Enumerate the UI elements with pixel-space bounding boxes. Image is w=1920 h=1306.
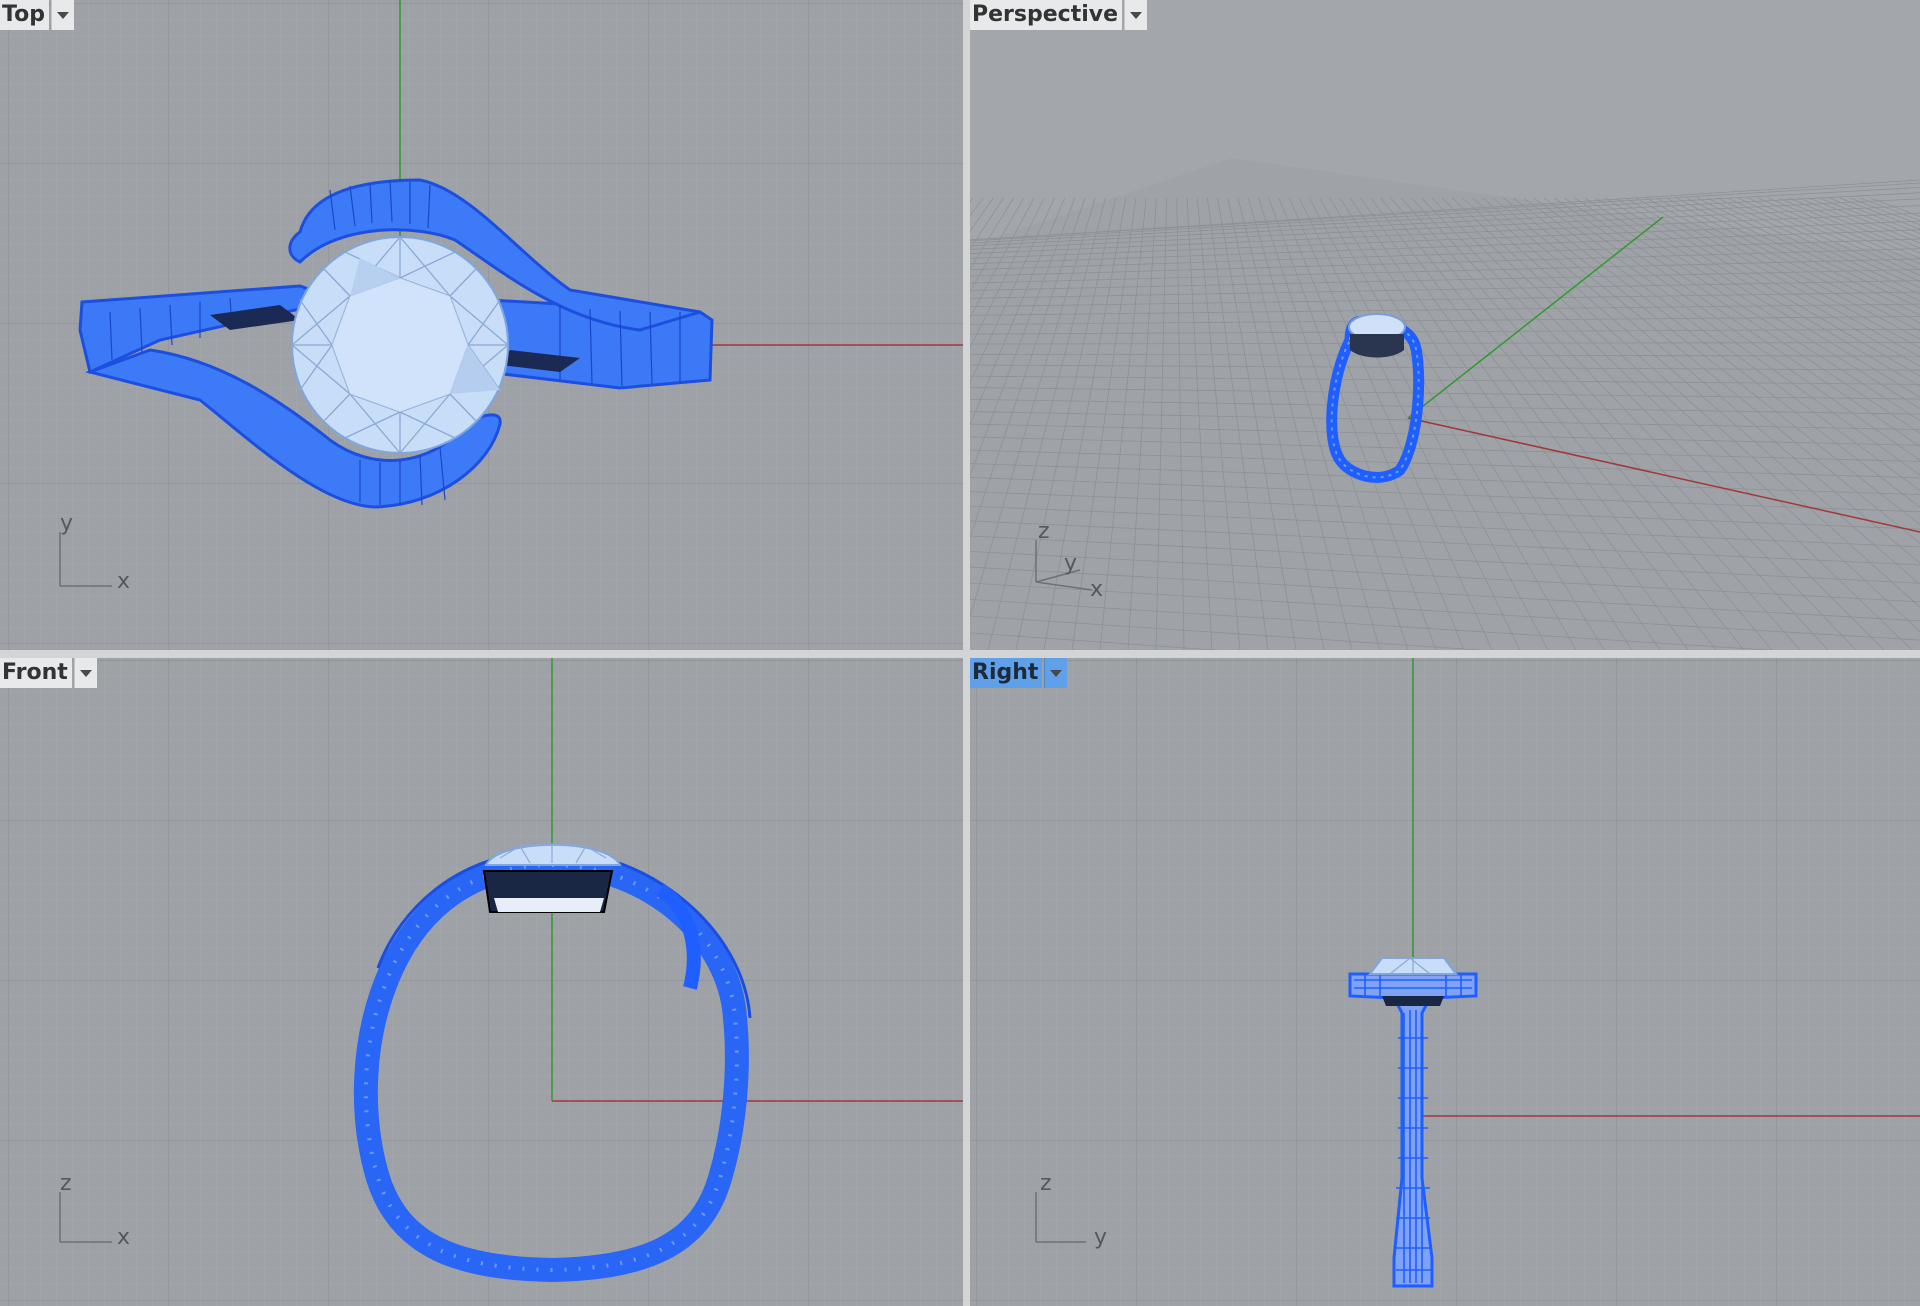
viewport-tab-right[interactable]: Right xyxy=(970,658,1068,688)
axis-label-x: x xyxy=(117,569,130,594)
viewport-tab-perspective[interactable]: Perspective xyxy=(970,0,1148,30)
axis-label-y: y xyxy=(1064,551,1077,576)
viewport-title[interactable]: Top xyxy=(0,0,49,30)
axis-label-y: y xyxy=(1094,1225,1107,1250)
chevron-down-icon[interactable] xyxy=(73,658,97,688)
axis-label-y: y xyxy=(60,511,73,536)
axis-label-x: x xyxy=(1090,577,1103,602)
front-view-canvas[interactable]: z x xyxy=(0,658,963,1306)
axis-label-z: z xyxy=(1040,1171,1052,1196)
chevron-down-icon[interactable] xyxy=(1124,0,1148,30)
right-view-canvas[interactable]: z y xyxy=(970,658,1920,1306)
chevron-down-icon[interactable] xyxy=(50,0,74,30)
top-view-canvas[interactable]: y x xyxy=(0,0,963,650)
viewport-tab-front[interactable]: Front xyxy=(0,658,97,688)
axis-label-z: z xyxy=(1038,519,1050,544)
viewport-tab-top[interactable]: Top xyxy=(0,0,74,30)
viewport-perspective[interactable]: z y x Perspective xyxy=(970,0,1920,650)
axis-label-x: x xyxy=(117,1225,130,1250)
axis-label-z: z xyxy=(60,1171,72,1196)
viewport-top[interactable]: y x Top xyxy=(0,0,963,650)
viewport-right[interactable]: z y Right xyxy=(970,658,1920,1306)
chevron-down-icon[interactable] xyxy=(1044,658,1068,688)
viewport-title[interactable]: Right xyxy=(970,658,1043,688)
viewport-front[interactable]: z x Front xyxy=(0,658,963,1306)
viewport-title[interactable]: Front xyxy=(0,658,72,688)
four-viewport-layout: y x Top z y x Perspective z x Front z y … xyxy=(0,0,1920,1306)
perspective-view-canvas[interactable]: z y x xyxy=(970,0,1920,650)
viewport-title[interactable]: Perspective xyxy=(970,0,1123,30)
